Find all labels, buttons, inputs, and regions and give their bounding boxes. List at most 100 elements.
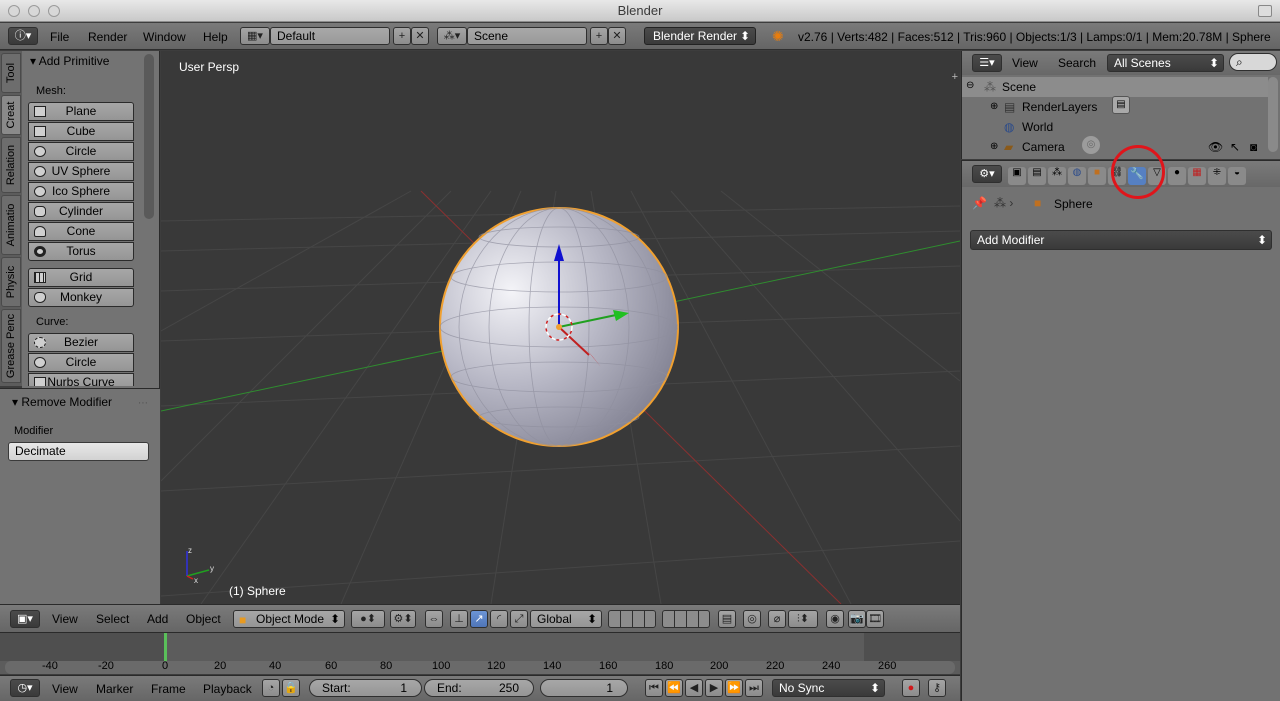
add-grid-button[interactable]: Grid [28, 268, 134, 287]
next-keyframe-icon[interactable]: ⏩ [725, 679, 743, 697]
menu-playback[interactable]: Playback [203, 682, 252, 696]
outliner-search-field[interactable]: ⌕ [1229, 53, 1277, 71]
tool-shelf-scrollbar[interactable] [144, 54, 154, 219]
add-curve-circle-button[interactable]: Circle [28, 353, 134, 372]
manipulator-toggle-icon[interactable]: ⇔ [425, 610, 443, 628]
snap-toggle-icon[interactable]: ⌀ [768, 610, 786, 628]
menu-outliner-view[interactable]: View [1012, 56, 1038, 70]
menu-select[interactable]: Select [96, 612, 129, 626]
layer-buttons-1[interactable] [608, 610, 656, 628]
scale-tool-icon[interactable]: ⤢ [510, 610, 528, 628]
tab-relation[interactable]: Relation [1, 137, 21, 193]
jump-end-icon[interactable]: ⏭ [745, 679, 763, 697]
tab-create[interactable]: Creat [1, 95, 21, 135]
screen-layout-field[interactable]: Default [270, 27, 390, 45]
3d-viewport[interactable]: z y x User Persp (1) Sphere + [161, 51, 960, 604]
mode-select[interactable]: ■ Object Mode ⬍ [233, 610, 345, 628]
add-screen-icon[interactable]: + [393, 27, 411, 45]
outliner-filter-select[interactable]: All Scenes ⬍ [1107, 54, 1224, 72]
tab-physics[interactable]: Physic [1, 257, 21, 307]
scene-field[interactable]: Scene [467, 27, 587, 45]
add-cylinder-button[interactable]: Cylinder [28, 202, 134, 221]
add-primitive-panel-header[interactable]: ▾ Add Primitive [30, 54, 109, 68]
add-uv-sphere-button[interactable]: UV Sphere [28, 162, 134, 181]
editor-type-3d-icon[interactable]: ▣▾ [10, 610, 40, 628]
use-preview-range-icon[interactable]: ◔ [262, 679, 280, 697]
menu-file[interactable]: File [50, 30, 69, 44]
menu-render[interactable]: Render [88, 30, 127, 44]
start-frame-field[interactable]: Start: 1 [309, 679, 422, 697]
render-tab-icon[interactable]: ▣ [1008, 167, 1026, 185]
add-circle-button[interactable]: Circle [28, 142, 134, 161]
outliner[interactable]: ☰▾ View Search All Scenes ⬍ ⌕ ⊖ ⁂ Scene ⊕… [961, 51, 1280, 159]
menu-outliner-search[interactable]: Search [1058, 56, 1096, 70]
transform-orientation-select[interactable]: Global ⬍ [530, 610, 602, 628]
editor-type-timeline-icon[interactable]: ◷▾ [10, 679, 40, 697]
visibility-eye-icon[interactable]: 👁 [1208, 137, 1223, 157]
viewport-shading-select[interactable]: ●⬍ [351, 610, 385, 628]
tab-grease-pencil[interactable]: Grease Penc [1, 309, 21, 383]
timeline-scrollbar[interactable] [5, 661, 955, 674]
info-editor-type-icon[interactable]: ⓘ▾ [8, 27, 38, 45]
render-layers-tab-icon[interactable]: ▤ [1028, 167, 1046, 185]
add-cone-button[interactable]: Cone [28, 222, 134, 241]
selectable-cursor-icon[interactable]: ↖ [1230, 137, 1240, 157]
sync-select[interactable]: No Sync ⬍ [772, 679, 885, 697]
add-torus-button[interactable]: Torus [28, 242, 134, 261]
menu-timeline-view[interactable]: View [52, 682, 78, 696]
outliner-row-renderlayers[interactable]: ⊕ ▤ RenderLayers ▤ [962, 96, 1268, 117]
rotate-tool-icon[interactable]: ◜ [490, 610, 508, 628]
scene-icon[interactable]: ⁂▾ [437, 27, 467, 45]
menu-add[interactable]: Add [147, 612, 168, 626]
texture-tab-icon[interactable]: ▦ [1188, 167, 1206, 185]
camera-data-icon[interactable]: ◎ [1082, 136, 1100, 154]
expand-toggle-icon[interactable]: ⊕ [990, 137, 998, 157]
tab-animation[interactable]: Animatio [1, 195, 21, 255]
remove-modifier-panel-header[interactable]: ▾ Remove Modifier [12, 395, 112, 409]
outliner-scrollbar[interactable] [1268, 77, 1278, 152]
prev-keyframe-icon[interactable]: ⏪ [665, 679, 683, 697]
current-frame-field[interactable]: 1 [540, 679, 628, 697]
play-icon[interactable]: ▶ [705, 679, 723, 697]
jump-start-icon[interactable]: ⏮ [645, 679, 663, 697]
render-engine-select[interactable]: Blender Render ⬍ [644, 27, 756, 45]
add-scene-icon[interactable]: + [590, 27, 608, 45]
play-reverse-icon[interactable]: ◀ [685, 679, 703, 697]
outliner-row-scene[interactable]: ⊖ ⁂ Scene [962, 77, 1268, 97]
add-monkey-button[interactable]: Monkey [28, 288, 134, 307]
add-nurbs-curve-button[interactable]: Nurbs Curve [28, 373, 134, 386]
render-layer-icon[interactable]: ▤ [1112, 96, 1130, 114]
record-icon[interactable]: ● [902, 679, 920, 697]
pin-icon[interactable]: 📌 [972, 196, 987, 210]
add-modifier-select[interactable]: Add Modifier ⬍ [970, 230, 1272, 250]
menu-help[interactable]: Help [203, 30, 228, 44]
object-tab-icon[interactable]: ■ [1088, 167, 1106, 185]
drag-handle-icon[interactable]: ⋯ [138, 398, 148, 409]
remove-screen-icon[interactable]: ✕ [411, 27, 429, 45]
opengl-render-icon[interactable]: 📷 [848, 610, 866, 628]
snap-element-select[interactable]: ⫶⬍ [788, 610, 818, 628]
timeline[interactable]: -40 -20 0 20 40 60 80 100 120 140 160 18… [0, 632, 960, 674]
current-frame-indicator[interactable] [164, 633, 167, 661]
menu-frame[interactable]: Frame [151, 682, 186, 696]
menu-object[interactable]: Object [186, 612, 221, 626]
outliner-row-world[interactable]: ◍ World [962, 117, 1268, 137]
collapse-toggle-icon[interactable]: ⊖ [966, 76, 974, 96]
menu-window[interactable]: Window [143, 30, 186, 44]
proportional-edit-icon[interactable]: ◎ [743, 610, 761, 628]
expand-toggle-icon[interactable]: ⊕ [990, 97, 998, 117]
menu-marker[interactable]: Marker [96, 682, 133, 696]
opengl-render-animation-icon[interactable]: 🎞 [866, 610, 884, 628]
toolshelf-plus-icon[interactable]: + [952, 71, 958, 83]
menu-view[interactable]: View [52, 612, 78, 626]
outliner-row-camera[interactable]: ⊕ ▰ Camera ◎ 👁 ↖ ◙ [962, 136, 1268, 157]
keying-set-icon[interactable]: ⚷ [928, 679, 946, 697]
editor-type-outliner-icon[interactable]: ☰▾ [972, 54, 1002, 72]
screen-layout-icon[interactable]: ▦▾ [240, 27, 270, 45]
particles-tab-icon[interactable]: ⁜ [1208, 167, 1226, 185]
tab-tool[interactable]: Tool [1, 53, 21, 93]
add-ico-sphere-button[interactable]: Ico Sphere [28, 182, 134, 201]
fullscreen-icon[interactable] [1258, 5, 1272, 17]
remove-scene-icon[interactable]: ✕ [608, 27, 626, 45]
translate-manipulator-icon[interactable]: ⊥ [450, 610, 468, 628]
